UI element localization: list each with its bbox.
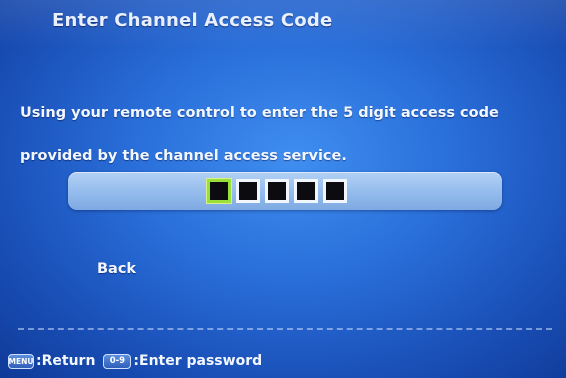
menu-key-icon: MENU [8, 353, 34, 369]
number-keys-icon: 0-9 [103, 353, 132, 369]
return-hint: :Return [36, 353, 96, 369]
code-digit-1[interactable] [207, 179, 231, 203]
back-button[interactable]: Back [97, 261, 136, 277]
instruction-line-2: provided by the channel access service. [20, 148, 347, 164]
instruction-line-1: Using your remote control to enter the 5… [20, 105, 499, 121]
code-digit-4[interactable] [294, 179, 318, 203]
access-code-screen: Enter Channel Access Code Using your rem… [0, 0, 566, 378]
enter-password-hint: :Enter password [133, 353, 263, 369]
page-title: Enter Channel Access Code [52, 10, 333, 31]
footer-hints: MENU :Return 0-9 :Enter password [8, 352, 270, 370]
code-digit-5[interactable] [323, 179, 347, 203]
code-digits[interactable] [207, 178, 347, 204]
code-digit-2[interactable] [236, 179, 260, 203]
code-digit-3[interactable] [265, 179, 289, 203]
footer-divider [18, 328, 552, 330]
